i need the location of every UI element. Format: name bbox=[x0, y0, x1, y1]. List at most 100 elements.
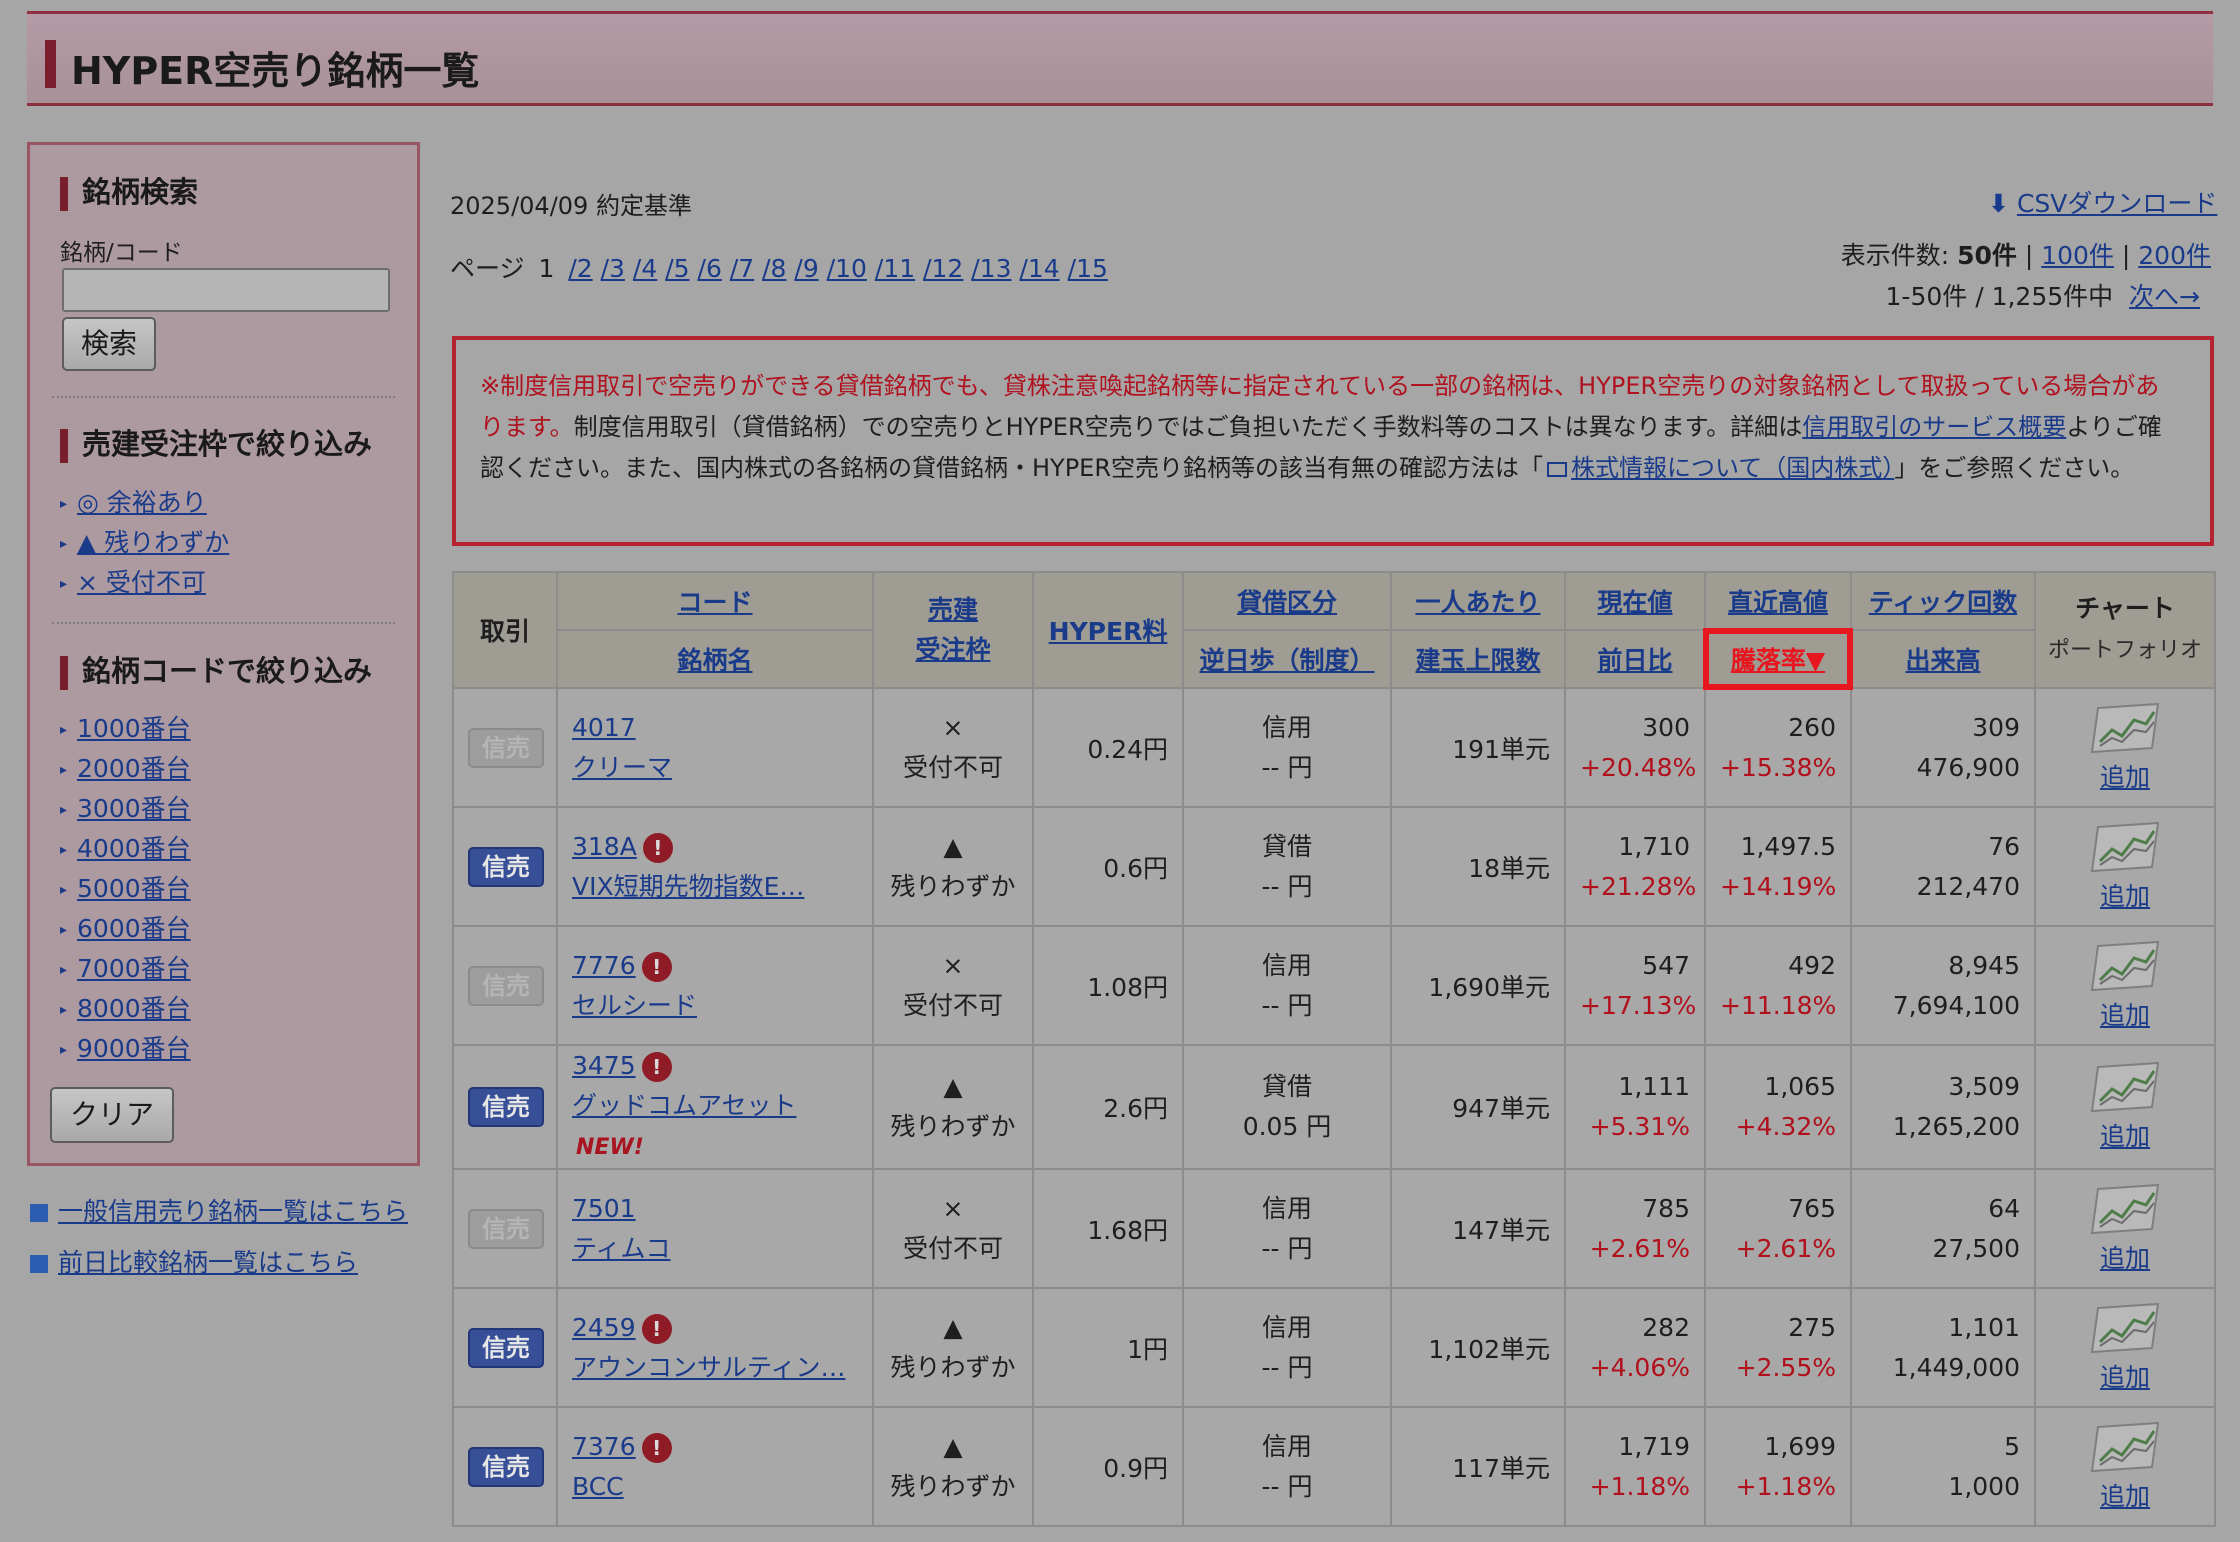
caution-icon[interactable]: ! bbox=[642, 832, 673, 863]
chart-icon[interactable] bbox=[2088, 1302, 2162, 1354]
add-portfolio-link[interactable]: 追加 bbox=[2100, 882, 2150, 911]
code-filter-heading: 銘柄コードで絞り込み bbox=[60, 648, 372, 690]
stock-code-link[interactable]: 3475 bbox=[572, 1051, 636, 1080]
col-limit[interactable]: 建玉上限数 bbox=[1390, 629, 1566, 689]
prev-day-compare-link[interactable]: 前日比較銘柄一覧はこちら bbox=[30, 1243, 358, 1279]
add-portfolio-link[interactable]: 追加 bbox=[2100, 1001, 2150, 1030]
filter-ample[interactable]: ▸ ◎ 余裕あり bbox=[60, 483, 207, 519]
caution-icon[interactable]: ! bbox=[641, 1313, 672, 1344]
col-hyper-fee[interactable]: HYPER料 bbox=[1032, 571, 1184, 689]
page-link[interactable]: /4 bbox=[633, 254, 657, 283]
filter-8000[interactable]: ▸ 8000番台 bbox=[60, 989, 191, 1025]
code-search-input[interactable] bbox=[62, 268, 390, 312]
page-link[interactable]: /14 bbox=[1019, 254, 1059, 283]
lending-cell: 信用 -- 円 bbox=[1182, 1168, 1392, 1289]
chart-icon[interactable] bbox=[2088, 821, 2162, 873]
stock-name-link[interactable]: クリーマ bbox=[572, 753, 672, 782]
chart-icon[interactable] bbox=[2088, 1061, 2162, 1113]
col-rise-rate-sorted[interactable]: 騰落率▼ bbox=[1703, 628, 1853, 690]
page-link[interactable]: /13 bbox=[971, 254, 1011, 283]
clear-button[interactable]: クリア bbox=[50, 1087, 174, 1143]
page-link[interactable]: /3 bbox=[601, 254, 625, 283]
trade-cell: 信売 bbox=[452, 1168, 558, 1289]
page-title: HYPER空売り銘柄一覧 bbox=[71, 49, 480, 93]
chart-icon[interactable] bbox=[2088, 1421, 2162, 1473]
add-portfolio-link[interactable]: 追加 bbox=[2100, 1122, 2150, 1151]
filter-1000[interactable]: ▸ 1000番台 bbox=[60, 709, 191, 745]
page-link[interactable]: /5 bbox=[665, 254, 689, 283]
caution-icon[interactable]: ! bbox=[641, 1432, 672, 1463]
stock-code-link[interactable]: 318A bbox=[572, 832, 637, 861]
filter-few-left[interactable]: ▸ ▲ 残りわずか bbox=[60, 523, 229, 559]
order-frame-cell: ▲ 残りわずか bbox=[872, 1406, 1034, 1527]
display-200-link[interactable]: 200件 bbox=[2138, 241, 2211, 270]
stock-name-link[interactable]: BCC bbox=[572, 1472, 624, 1501]
add-portfolio-link[interactable]: 追加 bbox=[2100, 1363, 2150, 1392]
page-link[interactable]: /8 bbox=[762, 254, 786, 283]
short-sell-button[interactable]: 信売 bbox=[468, 1327, 544, 1368]
short-sell-button[interactable]: 信売 bbox=[468, 1446, 544, 1487]
general-short-list-link[interactable]: 一般信用売り銘柄一覧はこちら bbox=[30, 1192, 408, 1228]
filter-6000[interactable]: ▸ 6000番台 bbox=[60, 909, 191, 945]
page-link[interactable]: /2 bbox=[568, 254, 592, 283]
name-cell: 3475! グッドコムアセット NEW! bbox=[556, 1044, 874, 1170]
filter-9000[interactable]: ▸ 9000番台 bbox=[60, 1029, 191, 1065]
stock-name-link[interactable]: セルシード bbox=[572, 991, 697, 1020]
page-link[interactable]: /10 bbox=[827, 254, 867, 283]
recent-high-cell: 275 +2.55% bbox=[1704, 1287, 1852, 1408]
stock-name-link[interactable]: グッドコムアセット bbox=[572, 1091, 797, 1120]
col-recent-high[interactable]: 直近高値 bbox=[1704, 571, 1852, 631]
add-portfolio-link[interactable]: 追加 bbox=[2100, 763, 2150, 792]
add-portfolio-link[interactable]: 追加 bbox=[2100, 1482, 2150, 1511]
col-per-person[interactable]: 一人あたり bbox=[1390, 571, 1566, 631]
filter-3000[interactable]: ▸ 3000番台 bbox=[60, 789, 191, 825]
col-code[interactable]: コード bbox=[556, 571, 874, 631]
page-link[interactable]: /7 bbox=[730, 254, 754, 283]
margin-service-link[interactable]: 信用取引のサービス概要 bbox=[1802, 413, 2066, 441]
page-link[interactable]: /6 bbox=[698, 254, 722, 283]
short-sell-button[interactable]: 信売 bbox=[468, 1087, 544, 1127]
display-100-link[interactable]: 100件 bbox=[2041, 241, 2114, 270]
col-name[interactable]: 銘柄名 bbox=[556, 629, 874, 689]
chart-icon[interactable] bbox=[2088, 702, 2162, 754]
next-page-link[interactable]: 次へ→ bbox=[2129, 282, 2200, 311]
tick-cell: 3,509 1,265,200 bbox=[1850, 1044, 2036, 1170]
stock-info-link[interactable]: 株式情報について（国内株式） bbox=[1571, 454, 1894, 482]
filter-5000[interactable]: ▸ 5000番台 bbox=[60, 869, 191, 905]
col-volume[interactable]: 出来高 bbox=[1850, 629, 2036, 689]
chart-icon[interactable] bbox=[2088, 1183, 2162, 1235]
stock-name-link[interactable]: アウンコンサルティン… bbox=[572, 1353, 846, 1382]
csv-download[interactable]: ⬇ CSVダウンロード bbox=[1988, 184, 2217, 220]
code-label: 銘柄/コード bbox=[60, 240, 183, 266]
stock-name-link[interactable]: ティムコ bbox=[572, 1234, 671, 1263]
recent-high-cell: 492 +11.18% bbox=[1704, 925, 1852, 1046]
short-sell-button[interactable]: 信売 bbox=[468, 846, 544, 887]
stock-code-link[interactable]: 7501 bbox=[572, 1194, 636, 1223]
chart-icon[interactable] bbox=[2088, 940, 2162, 992]
stock-code-link[interactable]: 7376 bbox=[572, 1432, 636, 1461]
order-filter-heading: 売建受注枠で絞り込み bbox=[60, 421, 372, 463]
col-lending[interactable]: 貸借区分 bbox=[1182, 571, 1392, 631]
lending-cell: 信用 -- 円 bbox=[1182, 1406, 1392, 1527]
filter-not-accepting[interactable]: ▸ × 受付不可 bbox=[60, 563, 206, 599]
page-link[interactable]: /15 bbox=[1068, 254, 1108, 283]
col-order-frame[interactable]: 売建 受注枠 bbox=[872, 571, 1034, 689]
add-portfolio-link[interactable]: 追加 bbox=[2100, 1244, 2150, 1273]
stock-code-link[interactable]: 2459 bbox=[572, 1313, 636, 1342]
filter-2000[interactable]: ▸ 2000番台 bbox=[60, 749, 191, 785]
page-link[interactable]: /11 bbox=[875, 254, 915, 283]
page-link[interactable]: /9 bbox=[794, 254, 818, 283]
filter-4000[interactable]: ▸ 4000番台 bbox=[60, 829, 191, 865]
page-link[interactable]: /12 bbox=[923, 254, 963, 283]
col-price[interactable]: 現在値 bbox=[1564, 571, 1706, 631]
caution-icon[interactable]: ! bbox=[641, 951, 672, 982]
col-tick[interactable]: ティック回数 bbox=[1850, 571, 2036, 631]
caution-icon[interactable]: ! bbox=[641, 1052, 672, 1082]
stock-code-link[interactable]: 4017 bbox=[572, 713, 636, 742]
col-change[interactable]: 前日比 bbox=[1564, 629, 1706, 689]
col-reverse-fee[interactable]: 逆日歩（制度） bbox=[1182, 629, 1392, 689]
stock-code-link[interactable]: 7776 bbox=[572, 951, 636, 980]
search-button[interactable]: 検索 bbox=[62, 317, 156, 371]
stock-name-link[interactable]: VIX短期先物指数E… bbox=[572, 872, 804, 901]
filter-7000[interactable]: ▸ 7000番台 bbox=[60, 949, 191, 985]
